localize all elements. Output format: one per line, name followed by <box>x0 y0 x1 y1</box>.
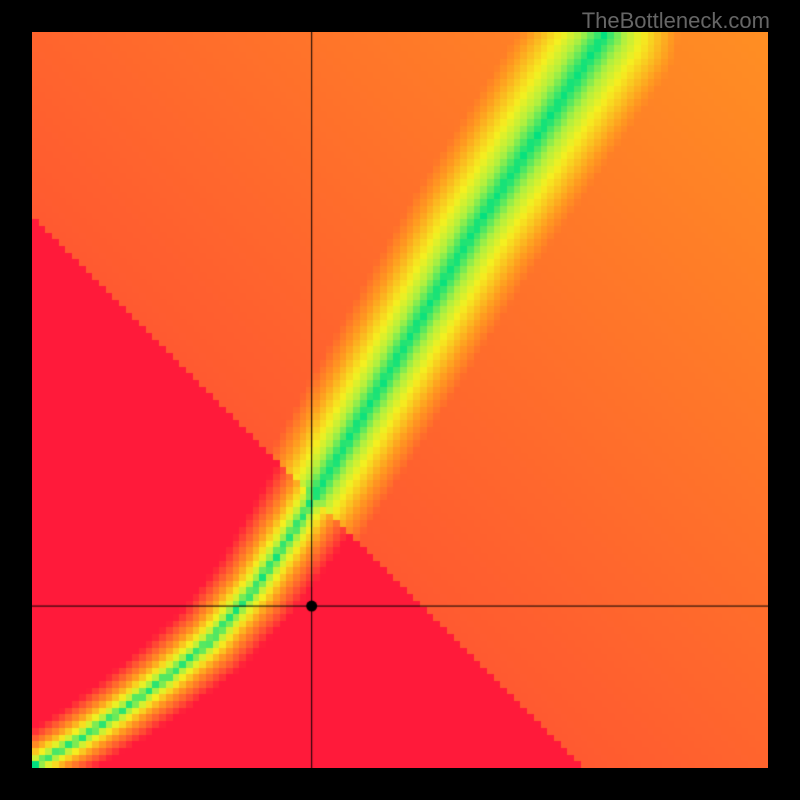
watermark-text: TheBottleneck.com <box>582 8 770 34</box>
chart-container: TheBottleneck.com <box>0 0 800 800</box>
heatmap-canvas <box>32 32 768 768</box>
